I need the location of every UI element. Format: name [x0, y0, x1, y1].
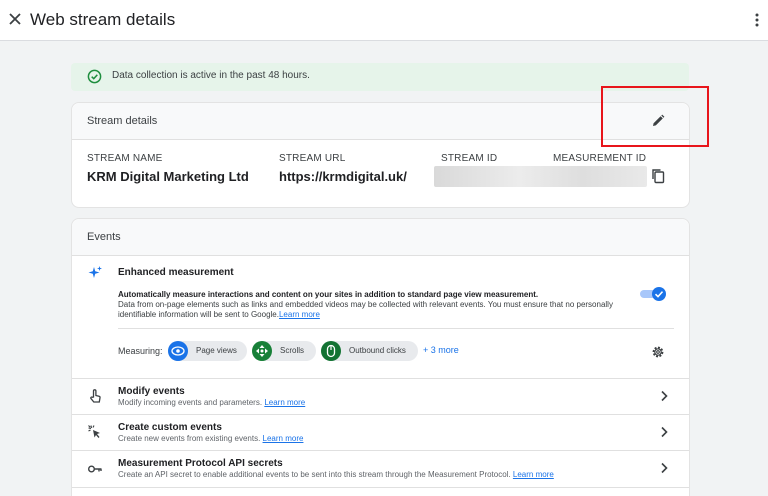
- events-divider-2: [72, 414, 689, 415]
- edit-highlight-box: [601, 86, 709, 147]
- toggle-knob: [652, 287, 666, 301]
- events-divider-3: [72, 450, 689, 451]
- create-custom-events-learn-more[interactable]: Learn more: [263, 434, 304, 443]
- banner-text: Data collection is active in the past 48…: [112, 70, 310, 81]
- chip-outbound-clicks: Outbound clicks: [321, 341, 418, 361]
- chevron-right-icon[interactable]: [659, 426, 669, 438]
- check-icon: [654, 291, 664, 298]
- learn-more-link[interactable]: Learn more: [279, 310, 320, 319]
- modify-events-desc: Modify incoming events and parameters. L…: [118, 398, 305, 407]
- chip-page-views: Page views: [168, 341, 247, 361]
- events-divider-1: [72, 378, 689, 379]
- cursor-click-icon: [88, 425, 100, 438]
- gear-icon[interactable]: [651, 345, 665, 359]
- modify-events-learn-more[interactable]: Learn more: [264, 398, 305, 407]
- eye-icon: [168, 341, 188, 361]
- enhanced-measurement-toggle[interactable]: [640, 287, 666, 301]
- enhanced-divider: [118, 328, 674, 329]
- mouse-icon: [321, 341, 341, 361]
- create-custom-events-title: Create custom events: [118, 422, 222, 433]
- stream-name-label: STREAM NAME: [87, 153, 163, 164]
- copy-icon[interactable]: [651, 168, 665, 184]
- create-custom-events-desc: Create new events from existing events. …: [118, 434, 303, 443]
- measurement-protocol-desc: Create an API secret to enable additiona…: [118, 470, 554, 479]
- redacted-ids: [434, 166, 647, 187]
- events-divider-4: [72, 487, 689, 488]
- status-banner: Data collection is active in the past 48…: [71, 63, 689, 91]
- touch-icon: [90, 389, 101, 403]
- chip-scrolls: Scrolls: [252, 341, 316, 361]
- page-title: Web stream details: [30, 10, 176, 29]
- measurement-protocol-desc-text: Create an API secret to enable additiona…: [118, 470, 511, 479]
- events-title: Events: [87, 231, 121, 243]
- chip-label: Scrolls: [280, 346, 305, 355]
- check-circle-icon: [87, 69, 102, 84]
- stream-details-header: Stream details: [72, 103, 689, 140]
- enhanced-measurement-summary: Automatically measure interactions and c…: [118, 290, 539, 299]
- enhanced-measurement-title: Enhanced measurement: [118, 267, 234, 278]
- top-app-bar: Web stream details: [0, 0, 768, 41]
- close-icon[interactable]: [6, 10, 24, 28]
- enhanced-measurement-description: Automatically measure interactions and c…: [118, 290, 638, 320]
- events-header: Events: [72, 219, 689, 256]
- modify-events-title: Modify events: [118, 386, 185, 397]
- more-vert-icon[interactable]: [752, 12, 762, 28]
- measuring-label: Measuring:: [118, 346, 163, 356]
- stream-details-title: Stream details: [87, 115, 158, 127]
- chevron-right-icon[interactable]: [659, 390, 669, 402]
- measurement-id-label: MEASUREMENT ID: [553, 153, 647, 164]
- key-icon: [88, 465, 102, 473]
- chip-label: Page views: [196, 346, 237, 355]
- measurement-protocol-title: Measurement Protocol API secrets: [118, 458, 283, 469]
- stream-name-value: KRM Digital Marketing Ltd: [87, 169, 249, 184]
- stream-id-label: STREAM ID: [441, 153, 498, 164]
- chip-label: Outbound clicks: [349, 346, 406, 355]
- chevron-right-icon[interactable]: [659, 462, 669, 474]
- enhanced-measurement-detail: Data from on-page elements such as links…: [118, 300, 613, 319]
- scroll-icon: [252, 341, 272, 361]
- measurement-protocol-learn-more[interactable]: Learn more: [513, 470, 554, 479]
- modify-events-desc-text: Modify incoming events and parameters.: [118, 398, 263, 407]
- stream-url-label: STREAM URL: [279, 153, 346, 164]
- create-custom-events-desc-text: Create new events from existing events.: [118, 434, 261, 443]
- more-measurements-link[interactable]: + 3 more: [423, 345, 459, 355]
- sparkle-icon: [88, 266, 102, 278]
- stream-url-value: https://krmdigital.uk/: [279, 169, 407, 184]
